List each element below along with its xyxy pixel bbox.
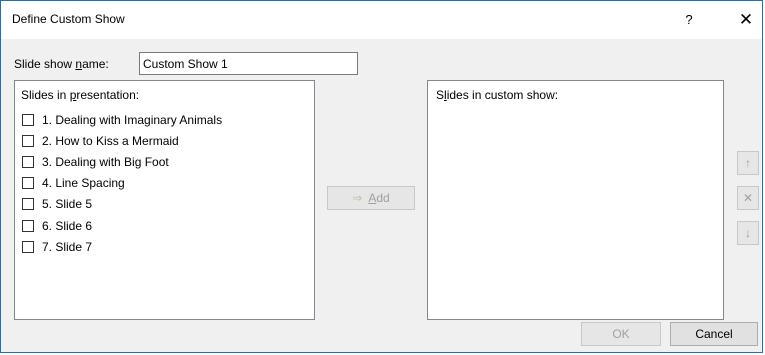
slide-checkbox[interactable] xyxy=(22,134,34,147)
move-down-button[interactable]: ↓ xyxy=(737,221,759,245)
slide-item[interactable]: 6. Slide 6 xyxy=(22,215,222,236)
slide-item[interactable]: 5. Slide 5 xyxy=(22,194,222,215)
slides-in-custom-show-list[interactable]: Slides in custom show: xyxy=(427,80,724,320)
add-arrow-icon: ⇒ xyxy=(352,191,363,205)
remove-x-icon: ✕ xyxy=(742,191,754,205)
cancel-button[interactable]: Cancel xyxy=(670,322,758,346)
slide-item-label: 7. Slide 7 xyxy=(42,239,93,254)
add-button-label: Add xyxy=(368,191,390,205)
slide-item[interactable]: 2. How to Kiss a Mermaid xyxy=(22,130,222,151)
slide-checkbox[interactable] xyxy=(22,240,34,253)
slide-checkbox[interactable] xyxy=(22,198,34,211)
slide-show-name-input[interactable] xyxy=(139,52,358,75)
slide-checkbox[interactable] xyxy=(22,155,34,168)
title-bar: Define Custom Show ? ✕ xyxy=(1,1,762,39)
slide-item[interactable]: 4. Line Spacing xyxy=(22,173,222,194)
slides-in-presentation-list[interactable]: Slides in presentation: 1. Dealing with … xyxy=(14,80,315,320)
define-custom-show-dialog: Define Custom Show ? ✕ Slide show name: … xyxy=(0,0,763,353)
dialog-title: Define Custom Show xyxy=(12,12,125,26)
slide-show-name-label: Slide show name: xyxy=(14,57,109,71)
slide-item-label: 3. Dealing with Big Foot xyxy=(42,154,169,169)
slide-item-label: 5. Slide 5 xyxy=(42,197,93,212)
arrow-up-icon: ↑ xyxy=(745,156,751,170)
move-up-button[interactable]: ↑ xyxy=(737,151,759,175)
slide-item[interactable]: 7. Slide 7 xyxy=(22,236,222,257)
slide-checkbox[interactable] xyxy=(22,177,34,190)
slide-checkbox[interactable] xyxy=(22,219,34,232)
slides-in-presentation-heading: Slides in presentation: xyxy=(21,88,140,102)
slide-item-label: 6. Slide 6 xyxy=(42,218,93,233)
slide-item-label: 1. Dealing with Imaginary Animals xyxy=(42,112,223,127)
slide-items: 1. Dealing with Imaginary Animals 2. How… xyxy=(22,109,222,257)
close-button[interactable]: ✕ xyxy=(734,8,758,32)
slide-item[interactable]: 3. Dealing with Big Foot xyxy=(22,151,222,172)
slide-checkbox[interactable] xyxy=(22,113,34,126)
arrow-down-icon: ↓ xyxy=(745,226,751,240)
slide-item-label: 4. Line Spacing xyxy=(42,176,125,191)
help-button[interactable]: ? xyxy=(677,8,701,32)
slides-in-custom-show-heading: Slides in custom show: xyxy=(436,88,559,102)
slide-item-label: 2. How to Kiss a Mermaid xyxy=(42,133,179,148)
remove-button[interactable]: ✕ xyxy=(737,186,759,210)
slide-item[interactable]: 1. Dealing with Imaginary Animals xyxy=(22,109,222,130)
ok-button[interactable]: OK xyxy=(581,322,661,346)
add-button[interactable]: ⇒ Add xyxy=(327,186,415,210)
